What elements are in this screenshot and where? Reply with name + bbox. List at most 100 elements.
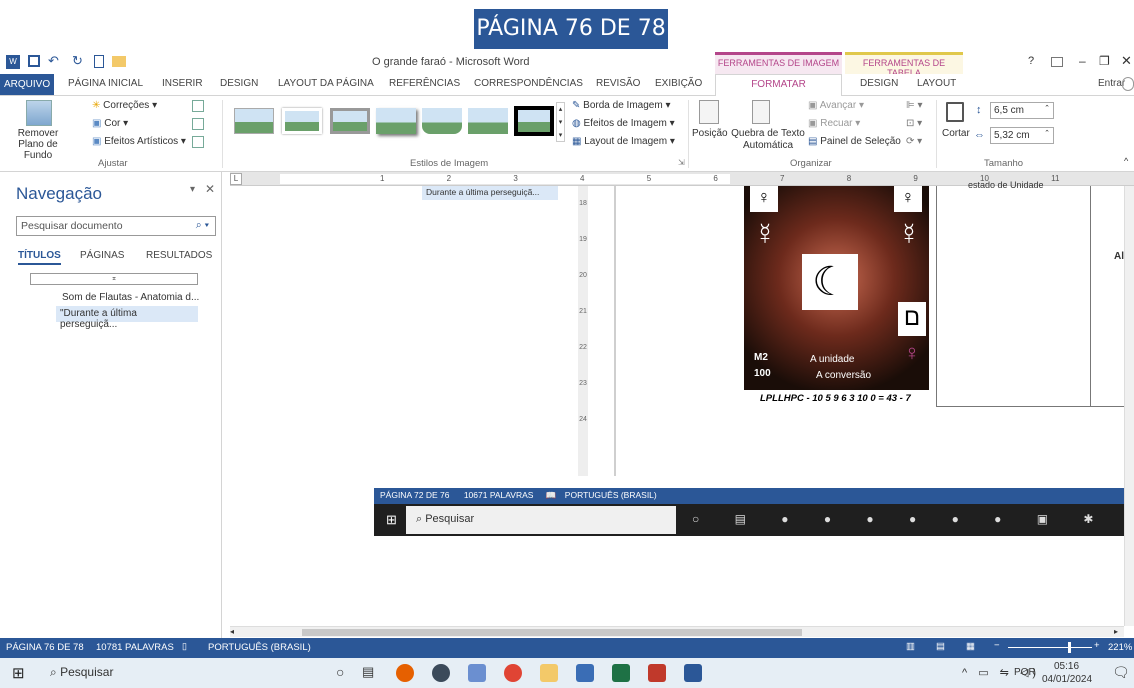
wrap-text-button[interactable]: Quebra de Texto Automática: [730, 128, 806, 152]
tab-table-layout[interactable]: LAYOUT: [917, 78, 956, 89]
crop-icon[interactable]: [946, 102, 964, 122]
style-thumb-4[interactable]: [376, 108, 416, 134]
picture-effects-button[interactable]: ◍ Efeitos de Imagem ▾: [572, 118, 675, 129]
dialog-launcher-icon[interactable]: ⇲: [678, 158, 685, 167]
tab-formatar[interactable]: FORMATAR: [715, 74, 842, 96]
nav-collapse-all[interactable]: ⌅: [30, 273, 198, 285]
puzzle-app-icon[interactable]: [648, 664, 666, 682]
style-thumb-1[interactable]: [234, 108, 274, 134]
corrections-button[interactable]: ✳ Correções ▾: [92, 100, 157, 111]
vertical-scrollbar[interactable]: [1124, 186, 1134, 626]
ribbon-display-button[interactable]: [1051, 57, 1063, 67]
gallery-scroll[interactable]: ▴ ▾ ▾: [556, 102, 565, 142]
group-objects-icon[interactable]: ⊡ ▾: [906, 118, 922, 129]
proofing-icon[interactable]: ▯: [182, 641, 187, 652]
save-icon[interactable]: [28, 55, 40, 67]
rotate-icon[interactable]: ⟳ ▾: [906, 136, 922, 147]
position-icon[interactable]: [699, 100, 719, 124]
photos-icon[interactable]: [576, 664, 594, 682]
change-picture-icon[interactable]: [192, 118, 204, 130]
user-avatar[interactable]: [1122, 77, 1134, 91]
tab-pagina-inicial[interactable]: PÁGINA INICIAL: [68, 78, 143, 89]
zoom-slider-thumb[interactable]: [1068, 642, 1071, 653]
tab-exibicao[interactable]: EXIBIÇÃO: [655, 78, 702, 89]
nav-options-icon[interactable]: ▾: [190, 184, 195, 195]
tab-inserir[interactable]: INSERIR: [162, 78, 203, 89]
tray-lang[interactable]: POR: [1014, 667, 1036, 678]
tab-arquivo[interactable]: ARQUIVO: [0, 74, 54, 95]
chrome-icon[interactable]: [504, 664, 522, 682]
paint-icon[interactable]: [468, 664, 486, 682]
cortana-icon[interactable]: ○: [336, 664, 344, 680]
task-view-icon[interactable]: ▤: [362, 664, 374, 680]
width-input[interactable]: 5,32 cm ⌃: [990, 127, 1054, 144]
remove-background-icon[interactable]: [26, 100, 52, 126]
scroll-right-icon[interactable]: ▸: [1114, 627, 1118, 636]
file-explorer-icon[interactable]: [540, 664, 558, 682]
tab-correspondencias[interactable]: CORRESPONDÊNCIAS: [474, 78, 583, 89]
compress-icon[interactable]: [192, 100, 204, 112]
style-thumb-3[interactable]: [330, 108, 370, 134]
status-page[interactable]: PÁGINA 76 DE 78: [6, 642, 84, 653]
tab-titulos[interactable]: TÍTULOS: [18, 250, 61, 265]
collapse-ribbon-icon[interactable]: ^: [1124, 156, 1128, 166]
tab-layout-pagina[interactable]: LAYOUT DA PÁGINA: [278, 78, 374, 89]
ruler-tab-selector[interactable]: L: [230, 173, 242, 185]
tray-date[interactable]: 04/01/2024: [1042, 674, 1092, 685]
zoom-level[interactable]: 221%: [1108, 642, 1132, 653]
firefox-icon[interactable]: [396, 664, 414, 682]
nav-search-input[interactable]: Pesquisar documento ⌕ ▾: [16, 216, 216, 236]
horizontal-scrollbar[interactable]: ◂ ▸: [230, 626, 1124, 637]
document-area[interactable]: Durante a última perseguiçã... 18 19 20 21 2…: [230, 180, 1134, 626]
undo-icon[interactable]: ↶: [48, 53, 59, 69]
height-input[interactable]: 6,5 cm ⌃: [990, 102, 1054, 119]
bring-forward-button[interactable]: ▣ Avançar ▾: [808, 100, 864, 111]
scroll-left-icon[interactable]: ◂: [230, 627, 234, 636]
scroll-thumb[interactable]: [302, 629, 802, 636]
send-backward-button[interactable]: ▣ Recuar ▾: [808, 118, 860, 129]
nav-heading-item-selected[interactable]: "Durante a última perseguiçã...: [56, 306, 198, 330]
minimize-button[interactable]: –: [1079, 54, 1086, 68]
style-thumb-7[interactable]: [514, 106, 554, 136]
position-button[interactable]: Posição: [692, 128, 728, 139]
tab-paginas[interactable]: PÁGINAS: [80, 250, 124, 261]
excel-icon[interactable]: [612, 664, 630, 682]
color-button[interactable]: ▣ Cor ▾: [92, 118, 128, 129]
tab-referencias[interactable]: REFERÊNCIAS: [389, 78, 460, 89]
word-taskbar-icon[interactable]: [684, 664, 702, 682]
taskbar-search[interactable]: ⌕ Pesquisar: [40, 662, 320, 684]
picture-layout-button[interactable]: ▦ Layout de Imagem ▾: [572, 136, 675, 147]
redo-icon[interactable]: ↻: [72, 53, 83, 69]
tab-design[interactable]: DESIGN: [220, 78, 258, 89]
status-words[interactable]: 10781 PALAVRAS: [96, 642, 174, 653]
zoom-out-button[interactable]: −: [994, 640, 1000, 651]
restore-button[interactable]: ❐: [1099, 54, 1110, 68]
zoom-in-button[interactable]: +: [1094, 640, 1100, 651]
tab-resultados[interactable]: RESULTADOS: [146, 250, 212, 261]
selection-pane-button[interactable]: ▤ Painel de Seleção: [808, 136, 901, 147]
nav-heading-item[interactable]: Som de Flautas - Anatomia d...: [62, 292, 199, 303]
nav-close-button[interactable]: ✕: [205, 182, 215, 196]
start-icon[interactable]: ⊞: [12, 664, 25, 682]
wrap-text-icon[interactable]: [752, 100, 770, 124]
steam-icon[interactable]: [432, 664, 450, 682]
tab-table-design[interactable]: DESIGN: [860, 78, 898, 89]
remove-background-button[interactable]: Remover Plano de Fundo: [6, 128, 70, 161]
open-folder-icon[interactable]: [112, 56, 126, 67]
print-layout-icon[interactable]: ▤: [936, 641, 945, 652]
crop-button[interactable]: Cortar: [942, 128, 970, 139]
notifications-icon[interactable]: 🗨: [1112, 664, 1130, 681]
tray-time[interactable]: 05:16: [1054, 661, 1079, 672]
tab-revisao[interactable]: REVISÃO: [596, 78, 640, 89]
style-thumb-5[interactable]: [422, 108, 462, 134]
align-icon[interactable]: ⊫ ▾: [906, 100, 923, 111]
style-thumb-2[interactable]: [282, 108, 322, 134]
zoom-slider[interactable]: [1008, 647, 1092, 648]
new-doc-icon[interactable]: [94, 55, 104, 68]
artistic-effects-button[interactable]: ▣ Efeitos Artísticos ▾: [92, 136, 186, 147]
style-thumb-6[interactable]: [468, 108, 508, 134]
help-button[interactable]: ?: [1028, 55, 1034, 67]
picture-border-button[interactable]: ✎ Borda de Imagem ▾: [572, 100, 670, 111]
reset-picture-icon[interactable]: [192, 136, 204, 148]
search-icon[interactable]: ⌕ ▾: [196, 219, 209, 232]
